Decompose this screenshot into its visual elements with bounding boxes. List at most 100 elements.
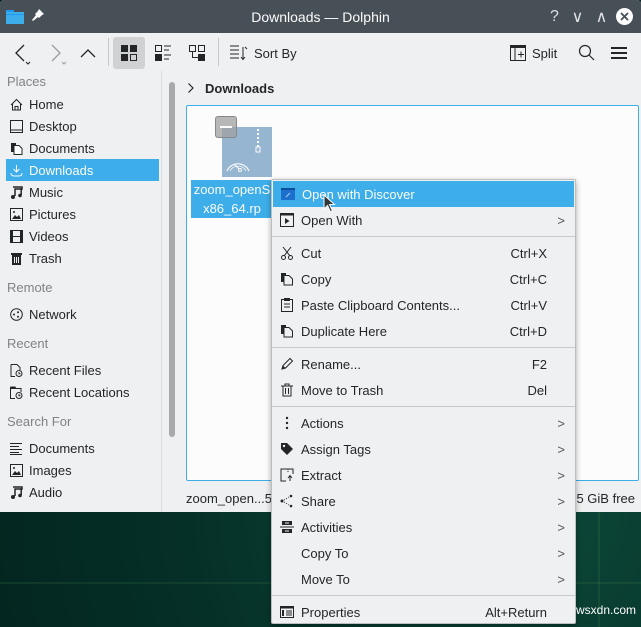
menu-item-open-with[interactable]: Open With > — [272, 207, 575, 233]
back-icon — [15, 44, 31, 65]
sidebar-item-label: Network — [29, 306, 77, 322]
split-button[interactable]: Split — [510, 39, 557, 67]
view-compact-button[interactable] — [147, 37, 179, 69]
copy-icon — [279, 271, 295, 287]
hamburger-menu-button[interactable] — [606, 39, 632, 67]
menu-item-label: Properties — [301, 604, 361, 620]
menu-item-extract[interactable]: Extract > — [272, 462, 575, 488]
sidebar-item-search-images[interactable]: Images — [0, 459, 161, 481]
view-details-button[interactable] — [181, 37, 213, 69]
menu-item-cut[interactable]: Cut Ctrl+X — [272, 240, 575, 266]
titlebar[interactable]: Downloads — Dolphin ? ∨ ∧ — [0, 0, 641, 33]
sidebar-item-label: Pictures — [29, 206, 76, 222]
discover-icon — [280, 186, 296, 202]
sidebar-item-label: Trash — [29, 250, 62, 266]
menu-item-label: Extract — [301, 467, 342, 483]
menu-item-open-with-discover[interactable]: Open with Discover — [273, 181, 574, 207]
rename-icon — [279, 356, 295, 372]
split-icon — [510, 45, 526, 61]
sidebar-item-label: Documents — [29, 140, 95, 156]
menu-item-label: Activities — [301, 519, 353, 535]
help-button[interactable]: ? — [546, 8, 563, 25]
sidebar-item-documents[interactable]: Documents — [0, 137, 161, 159]
menu-item-assign-tags[interactable]: Assign Tags > — [272, 436, 575, 462]
menu-item-label: Copy To — [301, 545, 349, 561]
menu-item-paste[interactable]: Paste Clipboard Contents... Ctrl+V — [272, 292, 575, 318]
home-icon — [9, 97, 23, 111]
sidebar-item-home[interactable]: Home — [0, 93, 161, 115]
sidebar-item-label: Recent Locations — [29, 384, 130, 400]
sidebar-item-recent-files[interactable]: Recent Files — [0, 359, 161, 381]
back-button[interactable] — [8, 39, 36, 67]
search-documents-icon — [9, 441, 23, 455]
up-button[interactable] — [75, 39, 101, 67]
menu-item-share[interactable]: Share > — [272, 488, 575, 514]
menu-separator — [272, 236, 575, 237]
sort-by-label: Sort By — [254, 45, 297, 61]
sidebar-item-music[interactable]: Music — [0, 181, 161, 203]
sidebar-scrollbar[interactable] — [169, 82, 175, 437]
toolbar: Sort By Split — [0, 33, 641, 71]
menu-item-move-to[interactable]: Move To > — [272, 566, 575, 592]
maximize-button[interactable]: ∧ — [593, 8, 610, 26]
menu-item-activities[interactable]: Activities > — [272, 514, 575, 540]
search-icon — [578, 44, 595, 61]
file-name-label[interactable]: zoom_openS x86_64.rp — [191, 180, 273, 218]
menu-item-shortcut: Ctrl+D — [509, 323, 547, 339]
minimize-button[interactable]: ∨ — [569, 8, 586, 26]
sidebar-item-downloads[interactable]: Downloads — [6, 159, 159, 181]
sidebar-item-label: Documents — [29, 440, 95, 456]
menu-item-move-to-trash[interactable]: Move to Trash Del — [272, 377, 575, 403]
menu-item-label: Paste Clipboard Contents... — [301, 297, 460, 313]
images-icon — [9, 463, 23, 477]
sidebar-item-network[interactable]: Network — [0, 303, 161, 325]
menu-item-actions[interactable]: Actions > — [272, 410, 575, 436]
search-button[interactable] — [574, 39, 600, 67]
menu-item-shortcut: Ctrl+X — [510, 245, 547, 261]
menu-item-label: Rename... — [301, 356, 361, 372]
chevron-right-icon[interactable] — [187, 82, 195, 94]
actions-icon — [279, 415, 295, 431]
status-text: zoom_open...5 — [186, 490, 273, 506]
menu-item-label: Duplicate Here — [301, 323, 387, 339]
videos-icon — [9, 229, 23, 243]
sidebar-item-label: Music — [29, 184, 63, 200]
sort-by-button[interactable]: Sort By — [230, 39, 297, 67]
context-menu: Open with Discover Open With > Cut Ctrl+… — [271, 179, 576, 624]
view-icons-button[interactable] — [113, 37, 145, 69]
pin-icon[interactable] — [32, 9, 44, 21]
menu-item-shortcut: Ctrl+V — [510, 297, 547, 313]
sidebar-item-label: Videos — [29, 228, 69, 244]
free-space-label[interactable]: 5 GiB free — [576, 491, 635, 506]
chevron-right-icon: > — [557, 212, 565, 228]
watermark: wsxdn.com — [576, 603, 637, 617]
sidebar-item-search-documents[interactable]: Documents — [0, 437, 161, 459]
close-button[interactable] — [616, 8, 633, 25]
section-places-title: Places — [7, 74, 47, 89]
forward-button[interactable] — [44, 39, 72, 67]
breadcrumb-downloads[interactable]: Downloads — [205, 81, 274, 96]
sidebar-item-pictures[interactable]: Pictures — [0, 203, 161, 225]
recent-locations-icon — [9, 385, 23, 399]
sidebar-item-videos[interactable]: Videos — [0, 225, 161, 247]
panel-divider[interactable] — [161, 71, 162, 512]
sidebar-item-trash[interactable]: Trash — [0, 247, 161, 269]
menu-item-shortcut: Alt+Return — [485, 604, 547, 620]
extract-icon — [279, 467, 295, 483]
menu-item-copy[interactable]: Copy Ctrl+C — [272, 266, 575, 292]
sidebar-item-recent-locations[interactable]: Recent Locations — [0, 381, 161, 403]
file-name-line2: x86_64.rp — [203, 201, 261, 216]
tag-icon — [279, 441, 295, 457]
sidebar-item-search-audio[interactable]: Audio — [0, 481, 161, 503]
window-title: Downloads — Dolphin — [251, 8, 390, 25]
menu-item-properties[interactable]: Properties Alt+Return — [272, 599, 575, 625]
sidebar-item-label: Audio — [29, 484, 63, 500]
icons-view-icon — [121, 45, 137, 61]
menu-item-label: Open with Discover — [302, 186, 415, 202]
menu-item-copy-to[interactable]: Copy To > — [272, 540, 575, 566]
toolbar-separator — [108, 38, 109, 66]
selection-toggle-button[interactable] — [215, 116, 237, 138]
menu-item-rename[interactable]: Rename... F2 — [272, 351, 575, 377]
sidebar-item-desktop[interactable]: Desktop — [0, 115, 161, 137]
menu-item-duplicate-here[interactable]: Duplicate Here Ctrl+D — [272, 318, 575, 344]
